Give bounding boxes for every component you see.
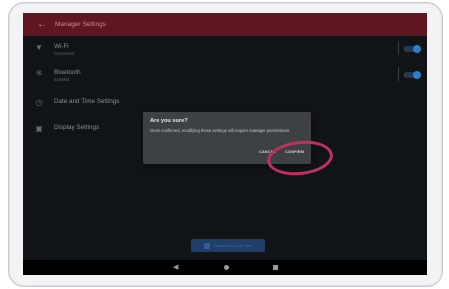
bluetooth-icon: ※ [35, 69, 43, 78]
nav-recents-icon[interactable] [273, 265, 278, 270]
display-icon: ▣ [35, 124, 43, 133]
wifi-icon: ▼ [35, 43, 43, 52]
setting-row-wifi[interactable]: ▼ Wi-Fi Connected [23, 41, 427, 56]
toggle-knob [413, 71, 421, 79]
bluetooth-toggle[interactable] [404, 71, 421, 79]
tablet-screen: ← Manager Settings ▼ Wi-Fi Connected ※ B… [23, 13, 427, 275]
lock-icon [204, 242, 211, 249]
confirm-and-lock-button[interactable]: Confirm and Lock Tabs [191, 239, 265, 252]
setting-row-date-time[interactable]: ◷ Date and Time Settings [23, 98, 427, 107]
setting-title: Display Settings [54, 124, 100, 131]
toggle-knob [413, 45, 421, 53]
setting-subtitle: Connected [54, 51, 75, 56]
setting-title: Wi-Fi [54, 43, 69, 50]
app-bar: ← Manager Settings [23, 13, 427, 36]
nav-home-icon[interactable] [224, 265, 229, 270]
page-title: Manager Settings [55, 21, 106, 28]
setting-row-bluetooth[interactable]: ※ Bluetooth Enabled [23, 67, 427, 82]
system-nav-bar: ◀ [23, 260, 427, 275]
wifi-toggle[interactable] [404, 45, 421, 53]
dialog-message: Once confirmed, modifying these settings… [150, 128, 291, 133]
setting-subtitle: Enabled [54, 77, 70, 82]
setting-title: Date and Time Settings [54, 98, 120, 105]
divider [398, 67, 399, 81]
arrow-left-icon[interactable]: ← [37, 19, 49, 30]
confirm-and-lock-label: Confirm and Lock Tabs [213, 243, 252, 248]
divider [398, 41, 399, 55]
dialog-title: Are you sure? [150, 118, 188, 124]
clock-icon: ◷ [35, 98, 43, 107]
nav-back-icon[interactable]: ◀ [173, 263, 178, 271]
setting-title: Bluetooth [54, 69, 81, 76]
